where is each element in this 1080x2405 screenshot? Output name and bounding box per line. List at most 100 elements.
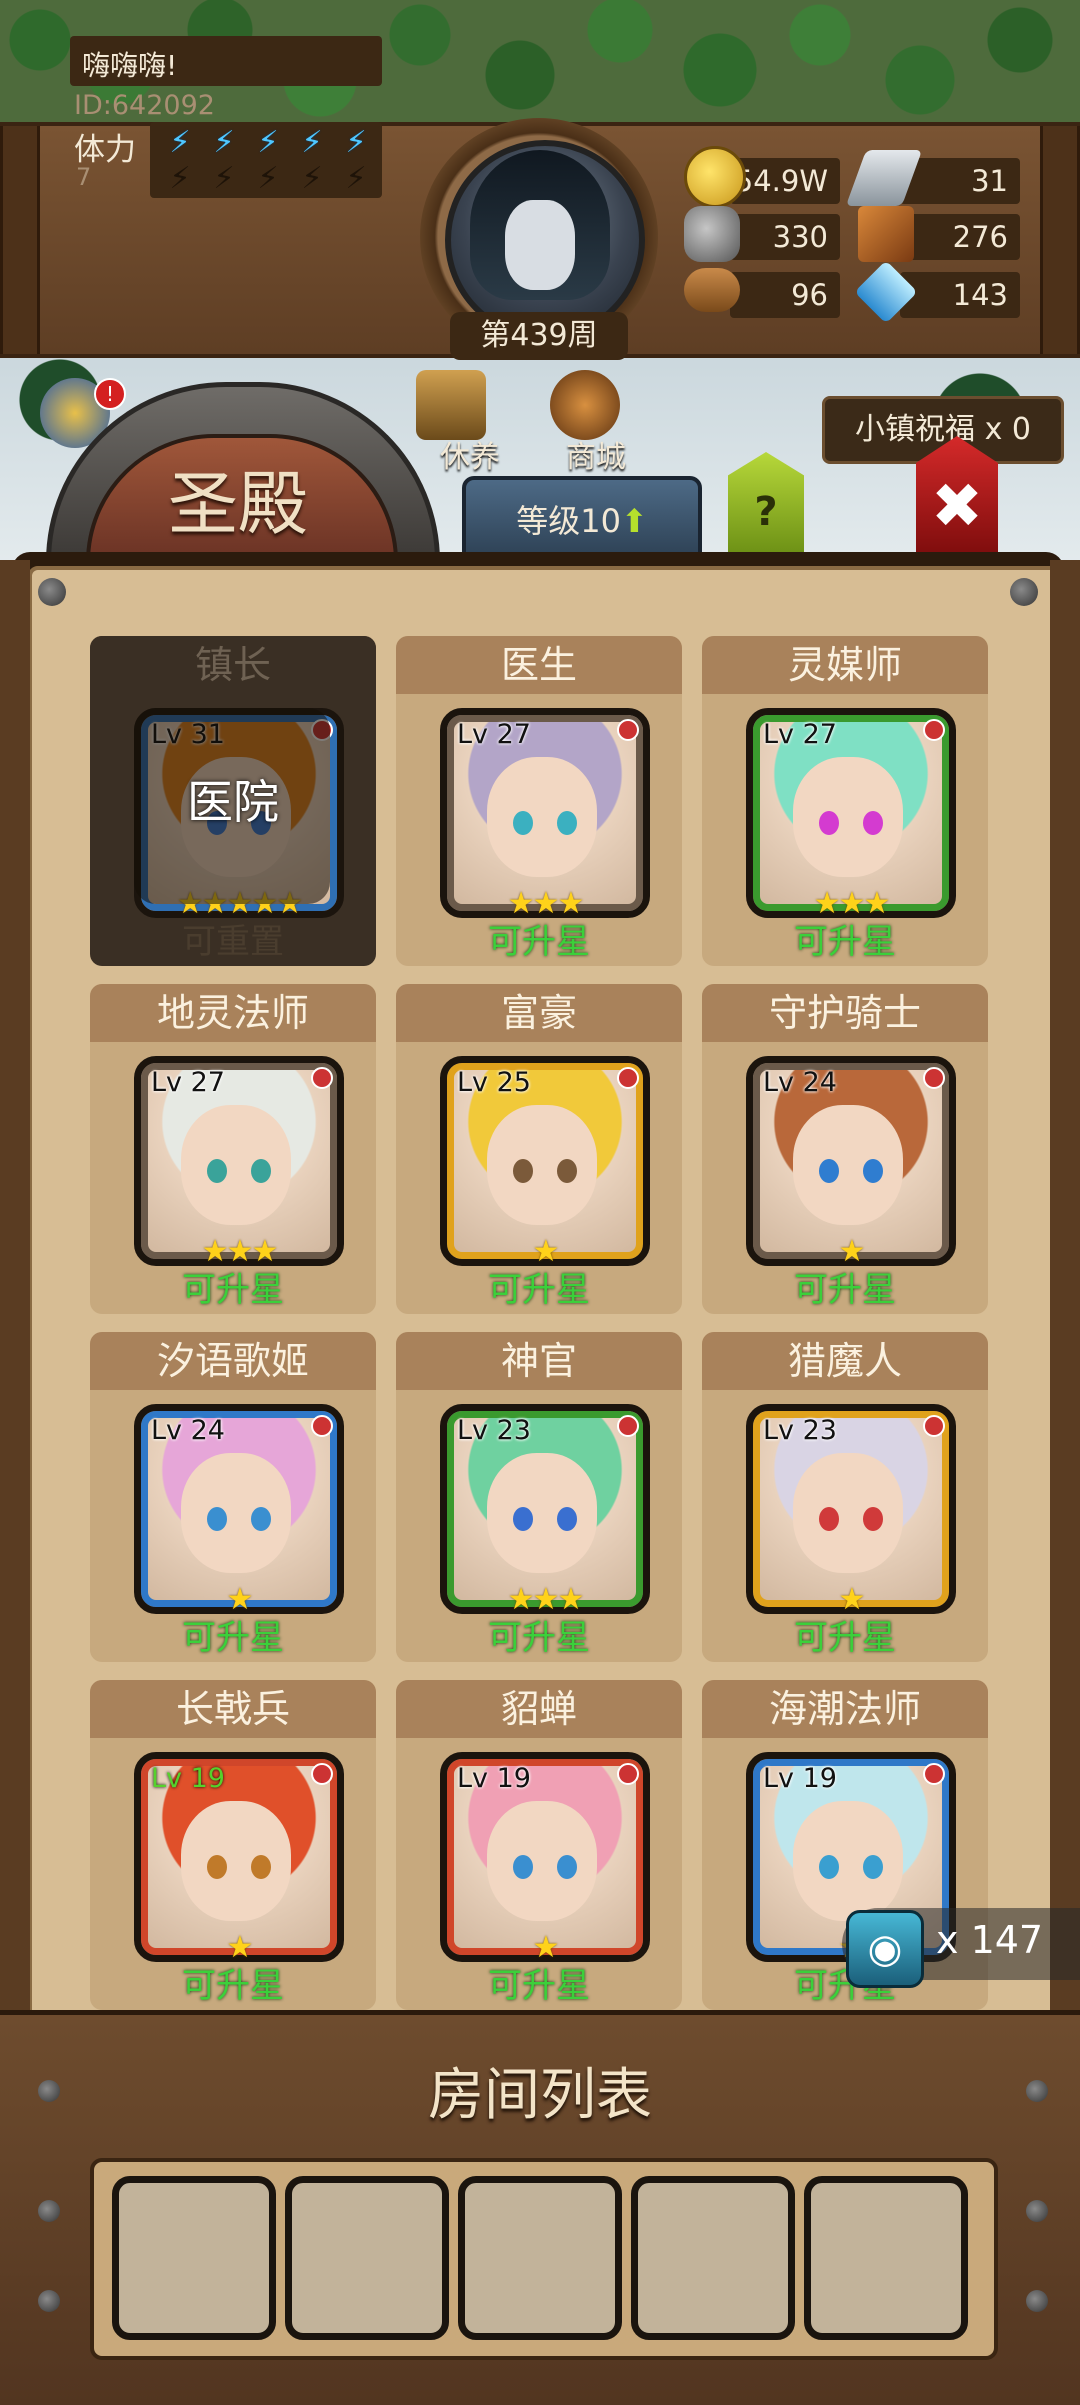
hero-status[interactable]: 可升星 (90, 1262, 376, 1311)
hero-portrait[interactable]: Lv 24 ★ (134, 1404, 344, 1617)
hero-status[interactable]: 可重置 (90, 914, 376, 963)
rest-label[interactable]: 休养 (440, 432, 500, 476)
red-dot-icon (311, 1763, 333, 1785)
hero-eye (513, 1507, 533, 1531)
iron-resource[interactable]: 31 (900, 158, 1020, 204)
market-building-icon[interactable] (550, 370, 620, 440)
hero-level: Lv 24 (763, 1067, 837, 1098)
room-slot[interactable] (631, 2176, 795, 2340)
gold-coin-icon (684, 146, 746, 208)
hero-portrait[interactable]: Lv 23 ★★★ (440, 1404, 650, 1617)
hero-card[interactable]: 地灵法师 Lv 27 ★★★ 可升星 (90, 984, 376, 1314)
crystal-value: 143 (952, 278, 1008, 312)
red-dot-icon (923, 1415, 945, 1437)
stamina-bolt-icon: ⚡ (345, 161, 367, 196)
hero-card[interactable]: 富豪 Lv 25 ★ 可升星 (396, 984, 682, 1314)
hero-title: 汐语歌姬 (90, 1332, 376, 1390)
hero-status[interactable]: 可升星 (396, 914, 682, 963)
notification-badge-icon: ! (94, 378, 126, 410)
hero-status[interactable]: 可升星 (702, 1610, 988, 1659)
room-slot[interactable] (804, 2176, 968, 2340)
header-plank-left (0, 126, 40, 354)
hero-status[interactable]: 可升星 (90, 1958, 376, 2007)
gold-resource[interactable]: 54.9W (730, 158, 840, 204)
hero-portrait[interactable]: Lv 27 ★★★ (746, 708, 956, 921)
red-dot-icon (923, 719, 945, 741)
hero-level: Lv 19 (763, 1763, 837, 1794)
hero-title: 医生 (396, 636, 682, 694)
rest-building-icon[interactable] (416, 370, 486, 440)
hero-portrait[interactable]: Lv 27 ★★★ (134, 1056, 344, 1269)
room-slot[interactable] (458, 2176, 622, 2340)
hero-eye (557, 1159, 577, 1183)
stamina-bolt-icon: ⚡ (169, 125, 191, 160)
hero-portrait[interactable]: Lv 25 ★ (440, 1056, 650, 1269)
hero-eye (251, 1855, 271, 1879)
stamina-bolt-icon: ⚡ (257, 161, 279, 196)
hero-eye (251, 1507, 271, 1531)
hero-portrait[interactable]: Lv 27 ★★★ (440, 708, 650, 921)
stamina-bar[interactable]: ⚡ ⚡ ⚡ ⚡ ⚡ ⚡ ⚡ ⚡ ⚡ ⚡ (150, 122, 382, 198)
hero-title: 貂蝉 (396, 1680, 682, 1738)
rivet-icon (38, 2080, 60, 2102)
hero-title: 守护骑士 (702, 984, 988, 1042)
hero-eye (207, 1855, 227, 1879)
avatar-face (505, 200, 575, 290)
red-dot-icon (311, 1415, 333, 1437)
level-label: 等级10 (516, 502, 621, 540)
hero-portrait[interactable]: Lv 19★ (134, 1752, 344, 1965)
wood-resource[interactable]: 96 (730, 272, 840, 318)
crystal-resource[interactable]: 143 (900, 272, 1020, 318)
room-list-title: 房间列表 (428, 2063, 652, 2128)
hero-level: Lv 23 (763, 1415, 837, 1446)
hero-face (793, 1105, 903, 1225)
hall-title: 圣殿 (168, 463, 308, 545)
red-dot-icon (617, 1763, 639, 1785)
stamina-bolt-icon: ⚡ (169, 161, 191, 196)
hero-status[interactable]: 可升星 (396, 1262, 682, 1311)
leather-icon (858, 206, 914, 262)
hero-status[interactable]: 可升星 (396, 1958, 682, 2007)
hero-card[interactable]: 神官 Lv 23 ★★★ 可升星 (396, 1332, 682, 1662)
hero-card[interactable]: 汐语歌姬 Lv 24 ★ 可升星 (90, 1332, 376, 1662)
stamina-bolt-icon: ⚡ (213, 161, 235, 196)
hero-level: Lv 27 (763, 719, 837, 750)
hero-face (487, 1105, 597, 1225)
hero-card[interactable]: 医生 Lv 27 ★★★ 可升星 (396, 636, 682, 966)
hero-eye (513, 1159, 533, 1183)
gem-count: x 147 (936, 1918, 1044, 1962)
hero-card[interactable]: 猎魔人 Lv 23 ★ 可升星 (702, 1332, 988, 1662)
hero-portrait[interactable]: Lv 19★ (440, 1752, 650, 1965)
room-slot[interactable] (285, 2176, 449, 2340)
stamina-bolt-icon: ⚡ (345, 125, 367, 160)
stone-icon (684, 206, 740, 262)
hero-card[interactable]: 镇长Lv 31★★★★★医院可重置 (90, 636, 376, 966)
market-label[interactable]: 商城 (566, 432, 626, 476)
hero-status[interactable]: 可升星 (702, 1262, 988, 1311)
hero-card[interactable]: 灵媒师 Lv 27 ★★★ 可升星 (702, 636, 988, 966)
hero-eye (819, 1855, 839, 1879)
red-dot-icon (617, 1415, 639, 1437)
hero-portrait[interactable]: Lv 24 ★ (746, 1056, 956, 1269)
hero-eye (513, 1855, 533, 1879)
hero-portrait[interactable]: Lv 23 ★ (746, 1404, 956, 1617)
hero-card[interactable]: 貂蝉 Lv 19 ★ 可升星 (396, 1680, 682, 2010)
week-counter: 第439周 (450, 312, 628, 360)
hero-status[interactable]: 可升星 (702, 914, 988, 963)
up-arrow-icon: ⬆ (620, 502, 648, 540)
hero-eye (557, 1855, 577, 1879)
stone-resource[interactable]: 330 (730, 214, 840, 260)
hero-eye (557, 811, 577, 835)
room-slot[interactable] (112, 2176, 276, 2340)
hero-title: 灵媒师 (702, 636, 988, 694)
leather-resource[interactable]: 276 (900, 214, 1020, 260)
hero-eye (863, 1855, 883, 1879)
hero-status[interactable]: 可升星 (396, 1610, 682, 1659)
hero-face (793, 757, 903, 877)
hero-card[interactable]: 守护骑士 Lv 24 ★ 可升星 (702, 984, 988, 1314)
wood-value: 96 (791, 278, 828, 312)
hero-status[interactable]: 可升星 (90, 1610, 376, 1659)
leather-value: 276 (952, 220, 1008, 254)
hero-card[interactable]: 长戟兵 Lv 19 ★ 可升星 (90, 1680, 376, 2010)
stamina-value: 7 (76, 163, 92, 191)
